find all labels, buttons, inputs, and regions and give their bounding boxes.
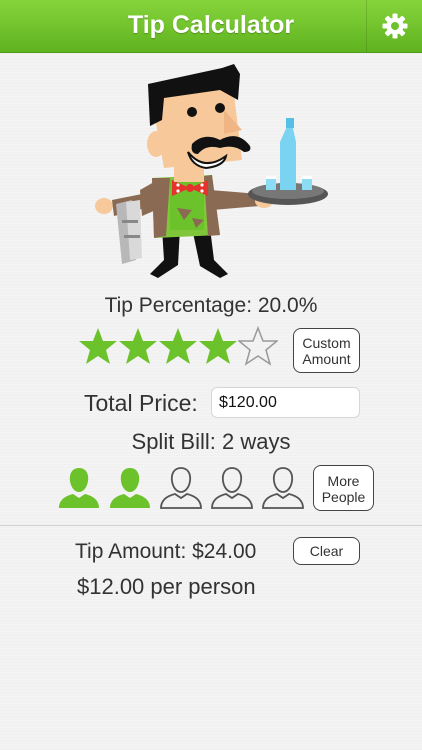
custom-amount-label-line1: Custom [302, 335, 351, 351]
person-1[interactable] [55, 464, 103, 512]
more-people-button[interactable]: More People [313, 465, 374, 511]
person-filled-icon [59, 468, 99, 508]
per-person-amount: $12.00 per person [77, 574, 256, 599]
clear-button[interactable]: Clear [293, 537, 360, 565]
empty-star-icon [238, 326, 278, 366]
person-5[interactable] [259, 464, 307, 512]
section-divider [0, 525, 422, 526]
person-filled-icon [110, 468, 150, 508]
star-5[interactable] [238, 326, 278, 366]
settings-button[interactable] [367, 0, 422, 52]
page-title: Tip Calculator [127, 11, 295, 39]
custom-amount-label-line2: Amount [302, 351, 351, 367]
split-bill-label: Split Bill: 2 ways [131, 429, 291, 454]
person-4[interactable] [208, 464, 256, 512]
star-1[interactable] [78, 326, 118, 366]
tip-rating[interactable] [78, 326, 278, 370]
star-2[interactable] [118, 326, 158, 366]
person-3[interactable] [157, 464, 205, 512]
filled-star-icon [119, 328, 157, 364]
more-people-label-line2: People [321, 489, 366, 505]
tip-percentage-label: Tip Percentage: 20.0% [104, 294, 318, 317]
waiter-illustration [95, 64, 328, 278]
star-4[interactable] [198, 326, 238, 366]
person-2[interactable] [106, 464, 154, 512]
filled-star-icon [199, 328, 237, 364]
split-people-selector[interactable] [55, 464, 310, 512]
navigation-bar: Tip Calculator [0, 0, 422, 53]
person-outline-icon [211, 467, 253, 509]
gear-icon [382, 13, 408, 39]
person-outline-icon [160, 467, 202, 509]
total-price-input[interactable]: $120.00 [211, 387, 360, 418]
star-3[interactable] [158, 326, 198, 366]
total-price-label: Total Price: [84, 390, 198, 416]
custom-amount-button[interactable]: Custom Amount [293, 328, 360, 373]
person-outline-icon [262, 467, 304, 509]
more-people-label-line1: More [327, 473, 360, 489]
tip-amount-label: Tip Amount: $24.00 [75, 540, 257, 563]
filled-star-icon [79, 328, 117, 364]
filled-star-icon [159, 328, 197, 364]
